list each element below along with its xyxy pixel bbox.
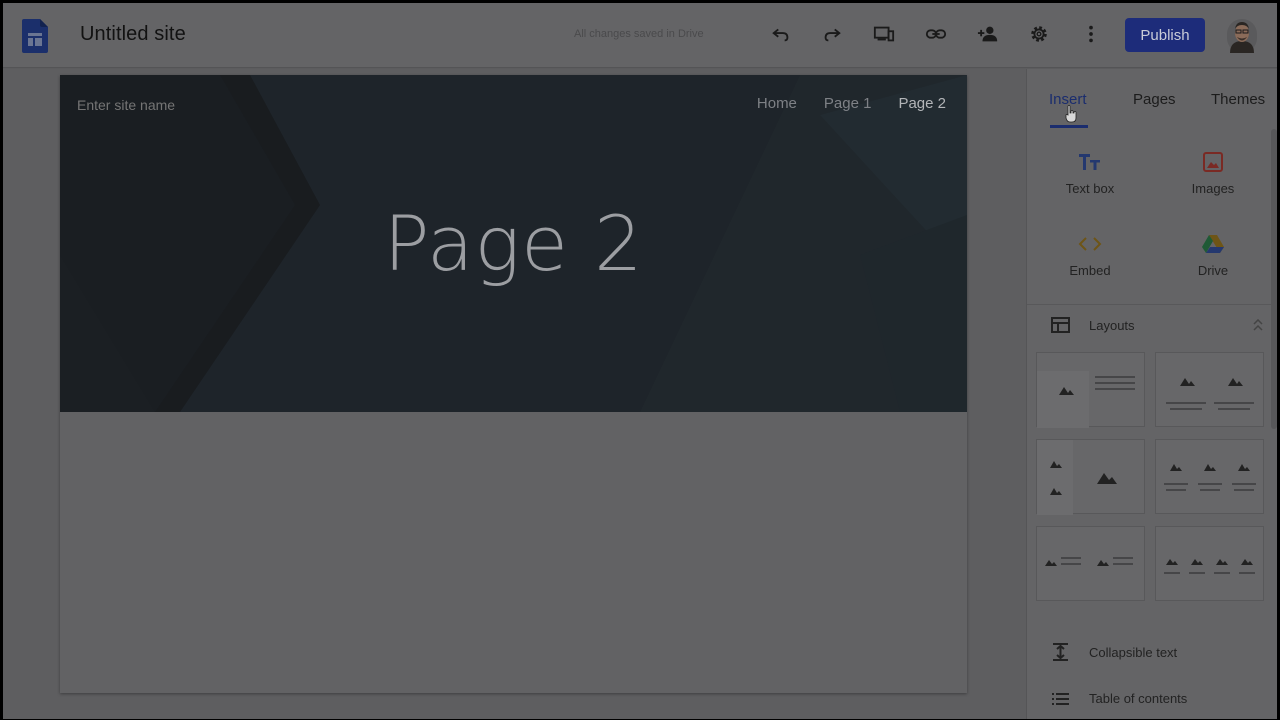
tab-themes[interactable]: Themes: [1211, 91, 1265, 108]
insert-item-label: Drive: [1197, 263, 1229, 278]
settings-icon[interactable]: [1026, 21, 1052, 47]
layout-option-2[interactable]: [1155, 352, 1264, 427]
layout-option-6[interactable]: [1155, 526, 1264, 601]
drive-icon: [1158, 231, 1268, 257]
tab-pages[interactable]: Pages: [1133, 91, 1176, 108]
publish-button[interactable]: Publish: [1125, 18, 1205, 52]
layout-option-4[interactable]: [1155, 439, 1264, 514]
insert-embed-button[interactable]: Embed: [1035, 231, 1145, 278]
site-navigation: Home Page 1 Page 2: [757, 95, 946, 112]
table-of-contents-icon: [1052, 692, 1069, 705]
insert-collapsible-text-button[interactable]: Collapsible text: [1051, 642, 1177, 662]
insert-table-of-contents-button[interactable]: Table of contents: [1051, 691, 1187, 706]
layout-preview-icon: [1037, 371, 1135, 428]
collapse-icon[interactable]: [1252, 319, 1264, 331]
list-item-label: Collapsible text: [1089, 644, 1178, 660]
panel-scrollbar[interactable]: [1271, 129, 1277, 429]
user-avatar[interactable]: [1227, 19, 1257, 53]
top-bar: Untitled site All changes saved in Drive…: [3, 3, 1277, 68]
undo-icon[interactable]: [768, 21, 794, 47]
nav-link-home[interactable]: Home: [757, 95, 797, 112]
layout-preview-icon: [1164, 464, 1256, 491]
layout-preview-icon: [1045, 557, 1133, 566]
panel-divider: [1027, 304, 1277, 305]
link-icon[interactable]: [923, 21, 949, 47]
share-icon[interactable]: [975, 21, 1001, 47]
site-name-input[interactable]: [77, 97, 297, 113]
insert-images-button[interactable]: Images: [1158, 149, 1268, 196]
image-icon: [1158, 149, 1268, 175]
editor-canvas: Home Page 1 Page 2 Page 2: [3, 69, 1026, 719]
saved-status: All changes saved in Drive: [574, 28, 704, 40]
sites-logo-icon[interactable]: [22, 19, 48, 53]
embed-icon: [1035, 231, 1145, 257]
device-preview-icon[interactable]: [871, 21, 897, 47]
more-vert-icon[interactable]: [1078, 21, 1104, 47]
active-tab-indicator: [1050, 125, 1088, 128]
layout-option-3[interactable]: [1036, 439, 1145, 515]
hand-pointer-icon: [1065, 105, 1077, 123]
layouts-label: Layouts: [1089, 317, 1135, 333]
layout-preview-icon: [1166, 378, 1254, 410]
insert-drive-button[interactable]: Drive: [1158, 231, 1268, 278]
layout-option-5[interactable]: [1036, 526, 1145, 601]
layouts-section-header[interactable]: Layouts: [1051, 317, 1135, 333]
insert-item-label: Text box: [1065, 181, 1115, 196]
layout-option-1[interactable]: [1036, 352, 1145, 428]
header-banner[interactable]: Home Page 1 Page 2 Page 2: [60, 75, 967, 412]
insert-text-box-button[interactable]: Text box: [1035, 149, 1145, 196]
nav-link-page-1[interactable]: Page 1: [824, 95, 872, 112]
site-page: Home Page 1 Page 2 Page 2: [60, 75, 967, 693]
site-title[interactable]: Untitled site: [80, 23, 186, 46]
redo-icon[interactable]: [819, 21, 845, 47]
insert-item-label: Embed: [1069, 263, 1111, 278]
list-item-label: Table of contents: [1089, 691, 1188, 706]
page-heading[interactable]: Page 2: [60, 199, 967, 288]
insert-item-label: Images: [1191, 181, 1235, 196]
side-panel: Insert Pages Themes Text box Images Embe…: [1026, 69, 1277, 719]
layout-preview-icon: [1164, 559, 1255, 574]
layouts-icon: [1051, 317, 1070, 333]
layout-preview-icon: [1037, 440, 1117, 515]
nav-link-page-2[interactable]: Page 2: [898, 95, 946, 112]
collapsible-text-icon: [1053, 643, 1068, 661]
text-box-icon: [1035, 149, 1145, 175]
